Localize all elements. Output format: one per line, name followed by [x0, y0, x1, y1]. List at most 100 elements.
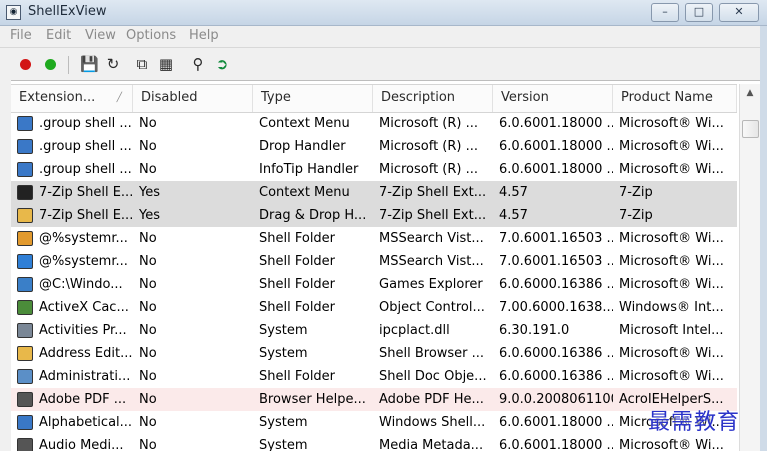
- scroll-thumb[interactable]: [742, 120, 759, 138]
- column-header-type[interactable]: Type: [253, 85, 373, 112]
- menu-bar: File Edit View Options Help: [0, 26, 767, 48]
- cell-version: 6.0.6001.18000 ...: [499, 415, 613, 430]
- cell-disabled: No: [139, 277, 157, 292]
- cell-version: 7.0.6001.16503 ...: [499, 231, 613, 246]
- scroll-up-icon[interactable]: ▲: [740, 88, 760, 98]
- cell-version: 4.57: [499, 185, 528, 200]
- exit-icon[interactable]: ➲: [214, 56, 230, 72]
- cell-version: 6.0.6001.18000 ...: [499, 116, 613, 131]
- table-row[interactable]: 7-Zip Shell E... Yes Drag & Drop H... 7-Zip…: [11, 204, 737, 227]
- cell-extension: Address Edit...: [39, 346, 133, 361]
- column-header-extension[interactable]: Extension... ╱: [11, 85, 133, 112]
- table-row[interactable]: Adobe PDF ... No Browser Helpe... Adobe PDF…: [11, 388, 737, 411]
- cell-product-name: 7-Zip: [619, 185, 653, 200]
- table-row[interactable]: Administrati... No Shell Folder Shell Doc O…: [11, 365, 737, 388]
- menu-help[interactable]: Help: [189, 28, 219, 43]
- table-row[interactable]: 7-Zip Shell E... Yes Context Menu 7-Zip She…: [11, 181, 737, 204]
- window-frame: [0, 80, 11, 451]
- table-row[interactable]: ActiveX Cac... No Shell Folder Object Contr…: [11, 296, 737, 319]
- table-row[interactable]: Address Edit... No System Shell Browser ...…: [11, 342, 737, 365]
- maximize-button[interactable]: □: [685, 3, 713, 22]
- cell-type: Drop Handler: [259, 139, 346, 154]
- cell-disabled: No: [139, 438, 157, 451]
- table-row[interactable]: Audio Medi... No System Media Metada... 6.0.…: [11, 434, 737, 451]
- watermark-text: 最需教育: [648, 410, 741, 435]
- cell-description: Shell Browser ...: [379, 346, 485, 361]
- menu-edit[interactable]: Edit: [46, 28, 71, 43]
- cell-type: Browser Helpe...: [259, 392, 366, 407]
- cell-product-name: Microsoft® Wi...: [619, 162, 724, 177]
- cell-type: Drag & Drop H...: [259, 208, 367, 223]
- cell-extension: Audio Medi...: [39, 438, 124, 451]
- cell-extension: Activities Pr...: [39, 323, 127, 338]
- cell-type: Shell Folder: [259, 231, 336, 246]
- cell-type: InfoTip Handler: [259, 162, 359, 177]
- cell-description: Microsoft (R) ...: [379, 162, 478, 177]
- cell-disabled: No: [139, 254, 157, 269]
- table-row[interactable]: Alphabetical... No System Windows Shell... 6…: [11, 411, 737, 434]
- cell-extension: .group shell ...: [39, 162, 132, 177]
- menu-options[interactable]: Options: [126, 28, 176, 43]
- cell-description: Shell Doc Obje...: [379, 369, 487, 384]
- window-title: ShellExView: [28, 4, 107, 19]
- cell-extension: Administrati...: [39, 369, 131, 384]
- window-frame-right: [760, 26, 767, 451]
- column-header-version[interactable]: Version: [493, 85, 613, 112]
- cell-extension: @C:\Windo...: [39, 277, 123, 292]
- cell-description: Windows Shell...: [379, 415, 486, 430]
- table-row[interactable]: @%systemr... No Shell Folder MSSearch Vist.…: [11, 227, 737, 250]
- minimize-button[interactable]: –: [651, 3, 679, 22]
- save-icon[interactable]: 💾: [80, 56, 99, 72]
- column-header-disabled[interactable]: Disabled: [133, 85, 253, 112]
- table-row[interactable]: @C:\Windo... No Shell Folder Games Explorer…: [11, 273, 737, 296]
- column-header-product-name[interactable]: Product Name: [613, 85, 737, 112]
- table-row[interactable]: .group shell ... No Context Menu Microsoft …: [11, 112, 737, 135]
- cell-extension: 7-Zip Shell E...: [39, 208, 133, 223]
- find-icon[interactable]: ⚲: [190, 56, 206, 72]
- cell-disabled: No: [139, 369, 157, 384]
- disable-icon[interactable]: [20, 59, 31, 70]
- cell-version: 6.0.6000.16386 ...: [499, 277, 613, 292]
- toolbar: 💾 ↻ ⧉ ▦ ⚲ ➲: [0, 48, 767, 81]
- cell-version: 7.00.6000.1638...: [499, 300, 613, 315]
- cell-version: 6.30.191.0: [499, 323, 570, 338]
- cell-extension: Alphabetical...: [39, 415, 133, 430]
- column-header-description[interactable]: Description: [373, 85, 493, 112]
- cell-product-name: Microsoft® Wi...: [619, 231, 724, 246]
- cell-extension: @%systemr...: [39, 254, 128, 269]
- menu-view[interactable]: View: [85, 28, 116, 43]
- cell-description: 7-Zip Shell Ext...: [379, 208, 487, 223]
- table-row[interactable]: @%systemr... No Shell Folder MSSearch Vist.…: [11, 250, 737, 273]
- cell-type: Shell Folder: [259, 300, 336, 315]
- properties-icon[interactable]: ▦: [158, 56, 174, 72]
- cell-version: 4.57: [499, 208, 528, 223]
- cell-product-name: Microsoft® Wi...: [619, 438, 724, 451]
- close-button[interactable]: ✕: [719, 3, 759, 22]
- cell-extension: .group shell ...: [39, 139, 132, 154]
- vertical-scrollbar[interactable]: ▲: [739, 84, 760, 451]
- cell-product-name: Microsoft® Wi...: [619, 369, 724, 384]
- cell-disabled: No: [139, 162, 157, 177]
- cell-disabled: No: [139, 415, 157, 430]
- cell-description: MSSearch Vist...: [379, 254, 484, 269]
- table-row[interactable]: .group shell ... No Drop Handler Microsoft …: [11, 135, 737, 158]
- table-row[interactable]: Activities Pr... No System ipcplact.dll 6.30…: [11, 319, 737, 342]
- cell-disabled: No: [139, 300, 157, 315]
- cell-description: Games Explorer: [379, 277, 483, 292]
- table-row[interactable]: .group shell ... No InfoTip Handler Microso…: [11, 158, 737, 181]
- cell-type: System: [259, 346, 308, 361]
- enable-icon[interactable]: [45, 59, 56, 70]
- cell-type: Shell Folder: [259, 277, 336, 292]
- list-header: Extension... ╱ Disabled Type Description…: [11, 84, 737, 113]
- cell-disabled: No: [139, 231, 157, 246]
- refresh-icon[interactable]: ↻: [105, 56, 121, 72]
- cell-type: System: [259, 415, 308, 430]
- menu-file[interactable]: File: [10, 28, 32, 43]
- cell-disabled: No: [139, 139, 157, 154]
- copy-icon[interactable]: ⧉: [134, 56, 150, 72]
- cell-version: 6.0.6001.18000 ...: [499, 162, 613, 177]
- cell-description: Object Control...: [379, 300, 485, 315]
- cell-description: Adobe PDF He...: [379, 392, 484, 407]
- title-bar: ◉ ShellExView – □ ✕: [0, 0, 767, 26]
- toolbar-separator: [68, 56, 69, 74]
